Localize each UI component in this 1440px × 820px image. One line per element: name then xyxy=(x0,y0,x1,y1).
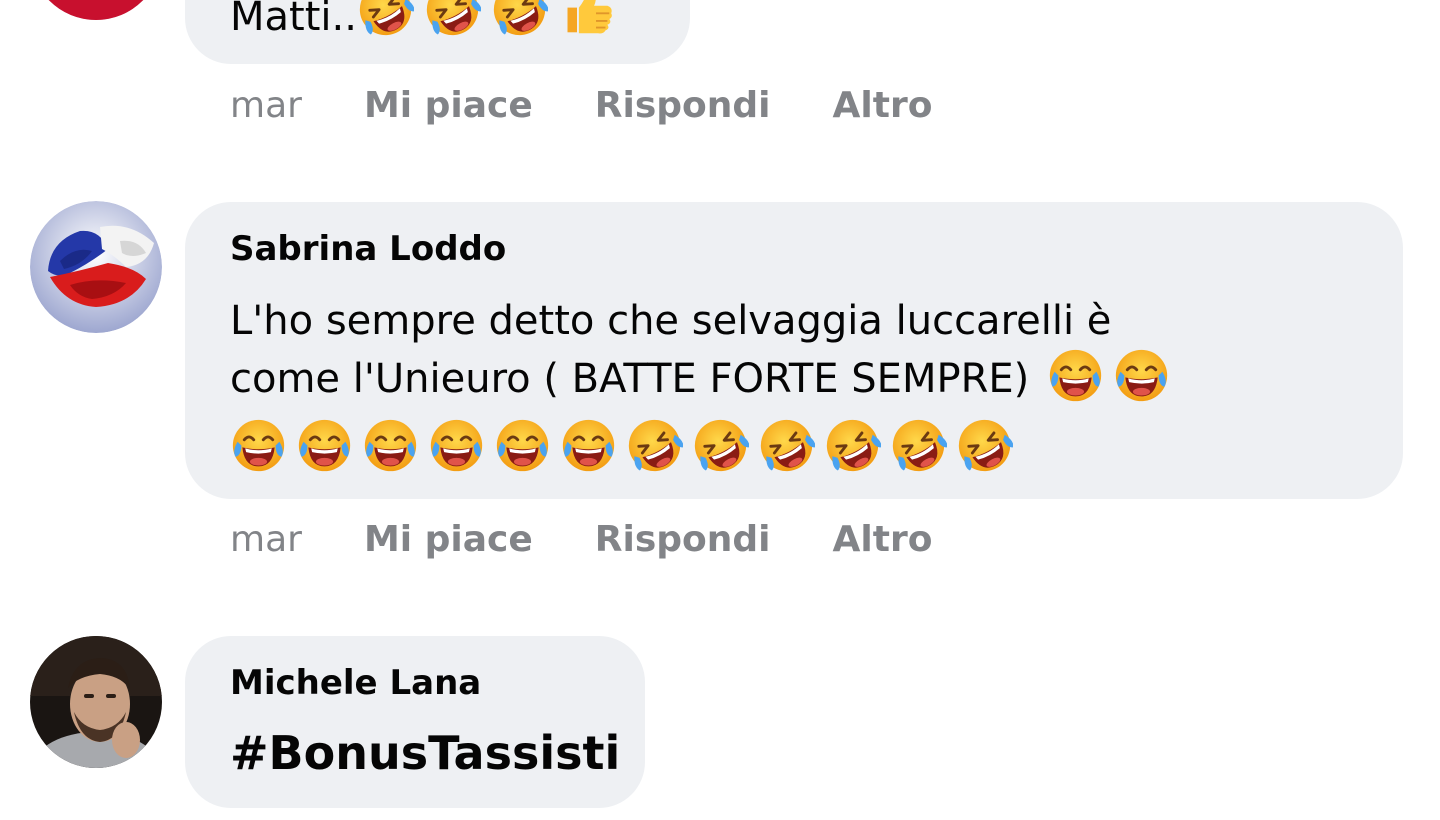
comment-text-line: come l'Unieuro ( BATTE FORTE SEMPRE) xyxy=(230,350,1170,410)
emoji-group xyxy=(230,417,1013,474)
rofl-emoji-icon xyxy=(357,0,414,38)
hashtag-link[interactable]: #BonusTassisti xyxy=(230,730,620,776)
comment-text: L'ho sempre detto che selvaggia luccarel… xyxy=(230,292,1170,410)
avatar[interactable] xyxy=(30,201,162,333)
more-button[interactable]: Altro xyxy=(833,522,933,558)
like-button[interactable]: Mi piace xyxy=(364,88,533,124)
comment-timestamp[interactable]: mar xyxy=(230,88,302,124)
joy-emoji-icon xyxy=(1047,347,1104,404)
rofl-emoji-icon xyxy=(626,417,683,474)
comment-bubble: Matti.. xyxy=(185,0,690,64)
thumbs-up-emoji-icon xyxy=(558,0,615,38)
comment-bubble: Michele Lana #BonusTassisti xyxy=(185,636,645,808)
comment-bubble: Sabrina Loddo L'ho sempre detto che selv… xyxy=(185,202,1403,499)
comment-text: Matti.. xyxy=(230,0,615,48)
comment-text-line: L'ho sempre detto che selvaggia luccarel… xyxy=(230,298,1112,344)
joy-emoji-icon xyxy=(428,417,485,474)
joy-emoji-icon xyxy=(296,417,353,474)
rofl-emoji-icon xyxy=(424,0,481,38)
rofl-emoji-icon xyxy=(692,417,749,474)
reply-button[interactable]: Rispondi xyxy=(595,522,771,558)
comment-author[interactable]: Michele Lana xyxy=(230,666,481,700)
rofl-emoji-icon xyxy=(824,417,881,474)
joy-emoji-icon xyxy=(560,417,617,474)
comment-actions: mar Mi piace Rispondi Altro xyxy=(230,88,994,124)
rofl-emoji-icon xyxy=(890,417,947,474)
comment-actions: mar Mi piace Rispondi Altro xyxy=(230,522,994,558)
like-button[interactable]: Mi piace xyxy=(364,522,533,558)
more-button[interactable]: Altro xyxy=(833,88,933,124)
avatar[interactable] xyxy=(30,0,162,20)
rofl-emoji-icon xyxy=(491,0,548,38)
joy-emoji-icon xyxy=(1113,347,1170,404)
reply-button[interactable]: Rispondi xyxy=(595,88,771,124)
rofl-emoji-icon xyxy=(956,417,1013,474)
emoji-group xyxy=(357,0,615,38)
comment-author[interactable]: Sabrina Loddo xyxy=(230,232,506,266)
comment-timestamp[interactable]: mar xyxy=(230,522,302,558)
emoji-group xyxy=(1047,347,1170,404)
joy-emoji-icon xyxy=(362,417,419,474)
avatar[interactable] xyxy=(30,636,162,768)
joy-emoji-icon xyxy=(230,417,287,474)
rofl-emoji-icon xyxy=(758,417,815,474)
joy-emoji-icon xyxy=(494,417,551,474)
